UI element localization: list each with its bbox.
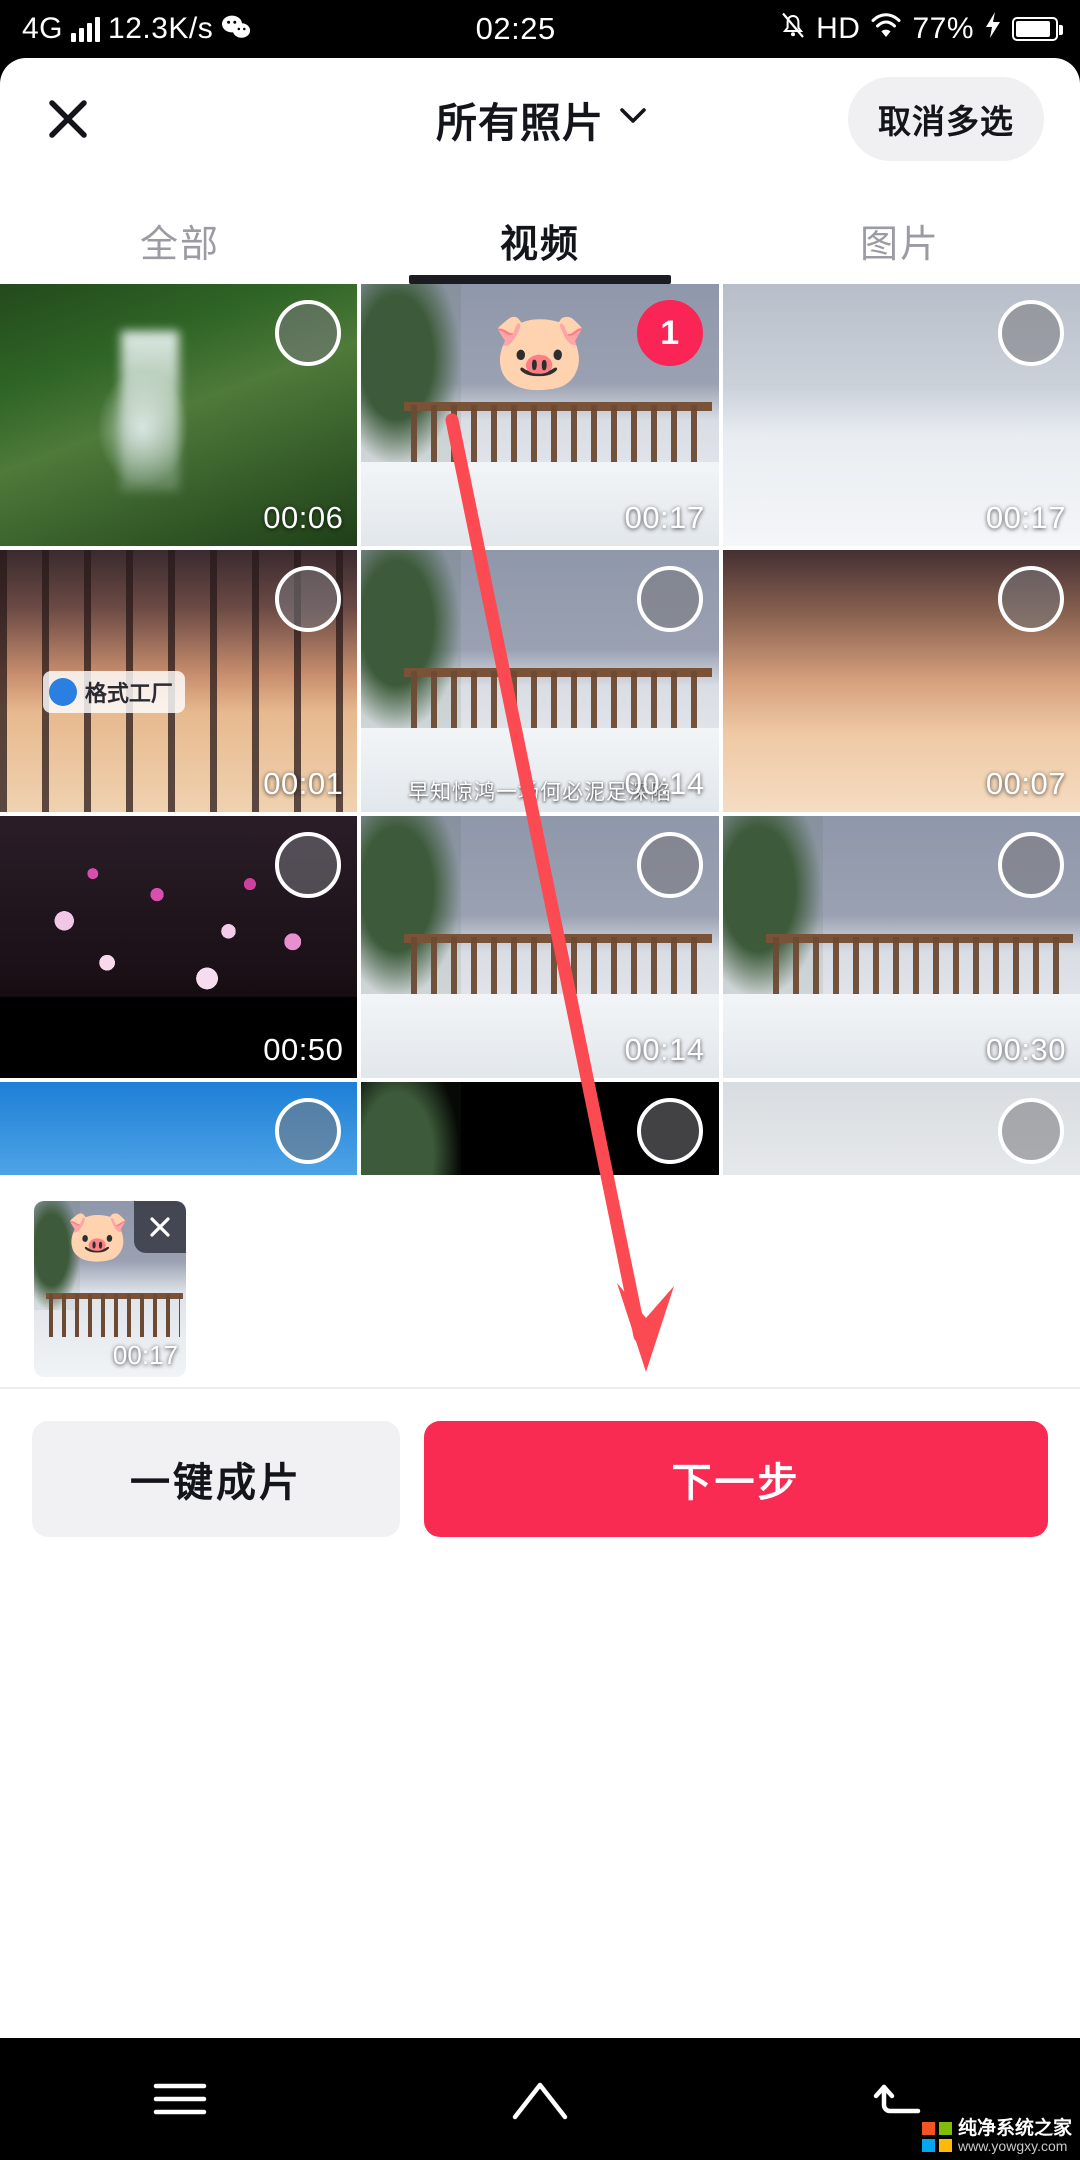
selected-thumbnail[interactable]: 🐷 00:17 — [34, 1201, 186, 1377]
media-grid-item[interactable]: 格式工厂 00:01 — [0, 550, 358, 812]
watermark-sub: www.yowgxy.com — [957, 2138, 1068, 2155]
action-bar: 一键成片 下一步 — [0, 1389, 1080, 1569]
selection-circle[interactable] — [275, 832, 342, 898]
one-click-movie-button[interactable]: 一键成片 — [32, 1421, 400, 1537]
media-grid: 00:06 🐷 1 00:17 00:17 格式工厂 00:01 早知惊鸿一场何必泥足深陷 00… — [0, 284, 1080, 1175]
video-duration-label: 00:14 — [624, 1032, 705, 1067]
watermark-label: 格式工厂 — [84, 680, 173, 706]
battery-icon — [1012, 17, 1063, 41]
watermark-title: 纯净系统之家 — [957, 2118, 1072, 2140]
video-watermark: 格式工厂 — [42, 670, 185, 713]
pig-sticker-icon: 🐷 — [66, 1208, 129, 1264]
media-type-tabs: 全部 视频 图片 — [0, 180, 1080, 284]
video-duration-label: 00:06 — [263, 500, 344, 535]
media-grid-item[interactable]: 00:50 — [0, 816, 358, 1078]
selection-circle[interactable] — [636, 1098, 703, 1164]
media-grid-item[interactable]: 00:06 — [0, 284, 358, 546]
media-grid-item[interactable]: 00:30 — [722, 816, 1080, 1078]
selection-circle[interactable] — [275, 1098, 342, 1164]
lightning-bolt-icon — [984, 11, 1002, 47]
selection-circle[interactable] — [636, 832, 703, 898]
page-title[interactable]: 所有照片 — [436, 89, 604, 149]
media-grid-item[interactable] — [361, 1082, 719, 1175]
next-step-button[interactable]: 下一步 — [424, 1421, 1048, 1537]
status-bar-right: HD 77% — [780, 10, 1080, 48]
media-grid-item[interactable]: 00:17 — [722, 284, 1080, 546]
selected-items-tray: 🐷 00:17 — [0, 1175, 1080, 1387]
selection-badge[interactable]: 1 — [636, 300, 703, 366]
tab-image[interactable]: 图片 — [720, 213, 1080, 284]
system-nav-bar: 纯净系统之家 www.yowgxy.com — [0, 2038, 1080, 2160]
close-icon[interactable] — [40, 91, 96, 147]
site-watermark: 纯净系统之家 www.yowgxy.com — [921, 2119, 1072, 2154]
wifi-icon — [870, 11, 902, 47]
media-grid-item[interactable] — [0, 1082, 358, 1175]
watermark-text: 纯净系统之家 www.yowgxy.com — [958, 2119, 1072, 2154]
video-duration-label: 00:07 — [985, 766, 1066, 801]
windows-logo-icon — [921, 2121, 952, 2152]
cancel-multiselect-button[interactable]: 取消多选 — [848, 77, 1044, 161]
media-grid-item[interactable]: 00:14 — [361, 816, 719, 1078]
tab-video-label: 视频 — [499, 224, 580, 266]
video-duration-label: 00:17 — [985, 500, 1066, 535]
video-duration-label: 00:50 — [263, 1032, 344, 1067]
hd-label: HD — [816, 12, 861, 45]
selection-circle[interactable] — [998, 832, 1064, 898]
video-duration-label: 00:14 — [624, 766, 705, 801]
remove-selection-icon[interactable] — [134, 1201, 186, 1253]
video-duration-label: 00:01 — [263, 766, 344, 801]
video-duration-label: 00:30 — [985, 1032, 1066, 1067]
video-duration-label: 00:17 — [624, 500, 705, 535]
picker-header: 所有照片 取消多选 — [0, 58, 1080, 180]
selection-circle[interactable] — [998, 566, 1064, 632]
chevron-down-icon[interactable] — [620, 107, 646, 131]
selection-circle[interactable] — [636, 566, 703, 632]
menu-icon[interactable] — [137, 2056, 223, 2142]
signal-bars-icon — [71, 16, 101, 42]
clock-label: 02:25 — [475, 11, 556, 46]
network-type-label: 4G — [22, 12, 64, 45]
selection-circle[interactable] — [998, 1098, 1064, 1164]
bell-muted-icon — [780, 10, 806, 48]
pig-sticker-icon: 🐷 — [492, 309, 588, 394]
watermark-logo-icon — [48, 677, 77, 706]
tab-video[interactable]: 视频 — [360, 213, 720, 284]
selection-circle[interactable] — [275, 566, 342, 632]
tab-image-label: 图片 — [859, 224, 940, 266]
media-grid-item[interactable]: 🐷 1 00:17 — [361, 284, 719, 546]
media-grid-item[interactable]: 00:07 — [722, 550, 1080, 812]
selected-thumbnail-duration: 00:17 — [112, 1340, 178, 1370]
status-bar-left: 4G 12.3K/s — [0, 12, 251, 46]
selection-circle[interactable] — [998, 300, 1064, 366]
thumbnail-art — [49, 1294, 180, 1337]
wechat-icon — [221, 14, 251, 44]
photo-picker-sheet: 所有照片 取消多选 全部 视频 图片 00:06 🐷 1 00:17 00:17 格式工厂… — [0, 58, 1080, 2096]
status-bar: 4G 12.3K/s 02:25 HD 77% — [0, 0, 1080, 58]
media-grid-item[interactable]: 早知惊鸿一场何必泥足深陷 00:14 — [361, 550, 719, 812]
data-rate-label: 12.3K/s — [108, 12, 214, 45]
media-grid-item[interactable] — [722, 1082, 1080, 1175]
tab-all-label: 全部 — [139, 224, 220, 266]
battery-percent-label: 77% — [912, 12, 974, 45]
selection-circle[interactable] — [275, 300, 342, 366]
tab-all[interactable]: 全部 — [0, 213, 360, 284]
home-icon[interactable] — [497, 2056, 583, 2142]
